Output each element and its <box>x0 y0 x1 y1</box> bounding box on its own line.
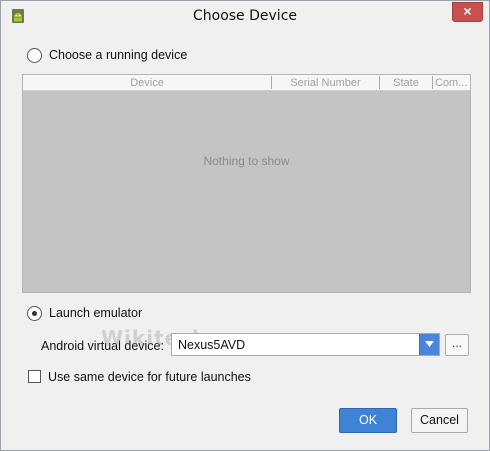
column-header-compatible[interactable]: Com... <box>433 75 470 91</box>
launch-emulator-label[interactable]: Launch emulator <box>49 306 142 320</box>
avd-label: Android virtual device: <box>41 339 164 353</box>
same-device-checkbox[interactable] <box>28 370 41 383</box>
close-button[interactable]: × <box>452 2 483 22</box>
avd-selected-value: Nexus5AVD <box>178 338 246 352</box>
device-table[interactable]: Device Serial Number State Com... Nothin… <box>22 74 471 293</box>
chevron-down-icon <box>425 341 434 347</box>
empty-table-message: Nothing to show <box>203 154 290 168</box>
choose-device-dialog: Choose Device × Choose a running device … <box>0 0 490 451</box>
ok-button[interactable]: OK <box>339 408 397 433</box>
table-header: Device Serial Number State Com... <box>23 75 470 91</box>
column-header-serial-number[interactable]: Serial Number <box>272 75 379 91</box>
launch-emulator-radio[interactable] <box>27 306 42 321</box>
running-device-label[interactable]: Choose a running device <box>49 48 187 62</box>
avd-select[interactable]: Nexus5AVD <box>171 333 440 356</box>
running-device-radio[interactable] <box>27 48 42 63</box>
close-icon: × <box>463 3 472 19</box>
window-title: Choose Device <box>192 8 297 24</box>
cancel-button[interactable]: Cancel <box>411 408 468 433</box>
column-header-device[interactable]: Device <box>23 75 271 91</box>
avd-dropdown-button[interactable] <box>419 334 439 355</box>
same-device-label[interactable]: Use same device for future launches <box>48 370 251 384</box>
avd-browse-button[interactable]: ... <box>445 334 469 356</box>
title-bar[interactable]: Choose Device × <box>1 1 489 31</box>
column-header-state[interactable]: State <box>380 75 432 91</box>
